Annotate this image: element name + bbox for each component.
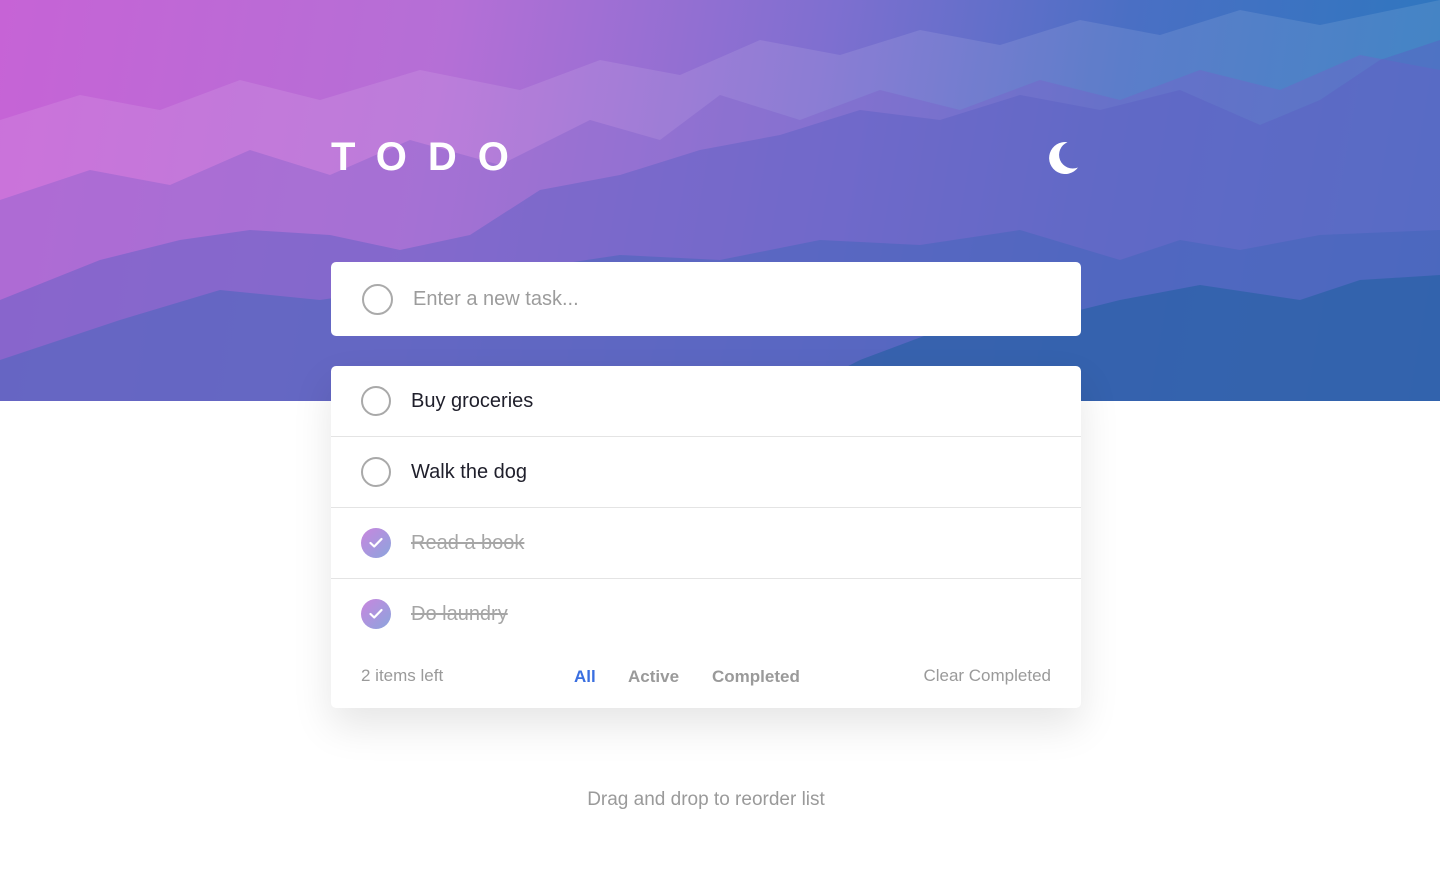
todo-item[interactable]: Walk the dog [331,437,1081,508]
new-task-checkbox[interactable] [362,284,393,315]
todo-checkbox-checked[interactable] [361,599,391,629]
checkmark-icon [369,608,383,619]
todo-text: Do laundry [411,603,508,625]
todo-item[interactable]: Read a book [331,508,1081,579]
new-task-bar [331,262,1081,336]
filter-all[interactable]: All [574,667,596,687]
moon-icon [1049,142,1078,175]
todo-item[interactable]: Do laundry [331,579,1081,650]
items-left-count: 2 items left [361,666,444,685]
todo-list: Buy groceries Walk the dog Read a book D… [331,366,1081,708]
todo-text: Buy groceries [411,390,534,412]
todo-text: Walk the dog [411,461,527,483]
new-task-input[interactable] [413,280,1053,318]
todo-checkbox-checked[interactable] [361,528,391,558]
mountains-illustration [0,0,1440,401]
clear-completed-button[interactable]: Clear Completed [923,666,1051,686]
filter-active[interactable]: Active [628,667,679,687]
checkmark-icon [369,537,383,548]
drag-drop-hint: Drag and drop to reorder list [587,789,825,810]
todo-item[interactable]: Buy groceries [331,366,1081,437]
todo-checkbox[interactable] [361,386,391,416]
list-footer: 2 items left All Active Completed Clear … [331,662,1081,692]
theme-toggle-button[interactable] [1044,140,1080,176]
todo-checkbox[interactable] [361,457,391,487]
filter-completed[interactable]: Completed [712,667,800,687]
header-background [0,0,1440,401]
app-title: TODO [331,135,530,179]
todo-text: Read a book [411,532,525,554]
